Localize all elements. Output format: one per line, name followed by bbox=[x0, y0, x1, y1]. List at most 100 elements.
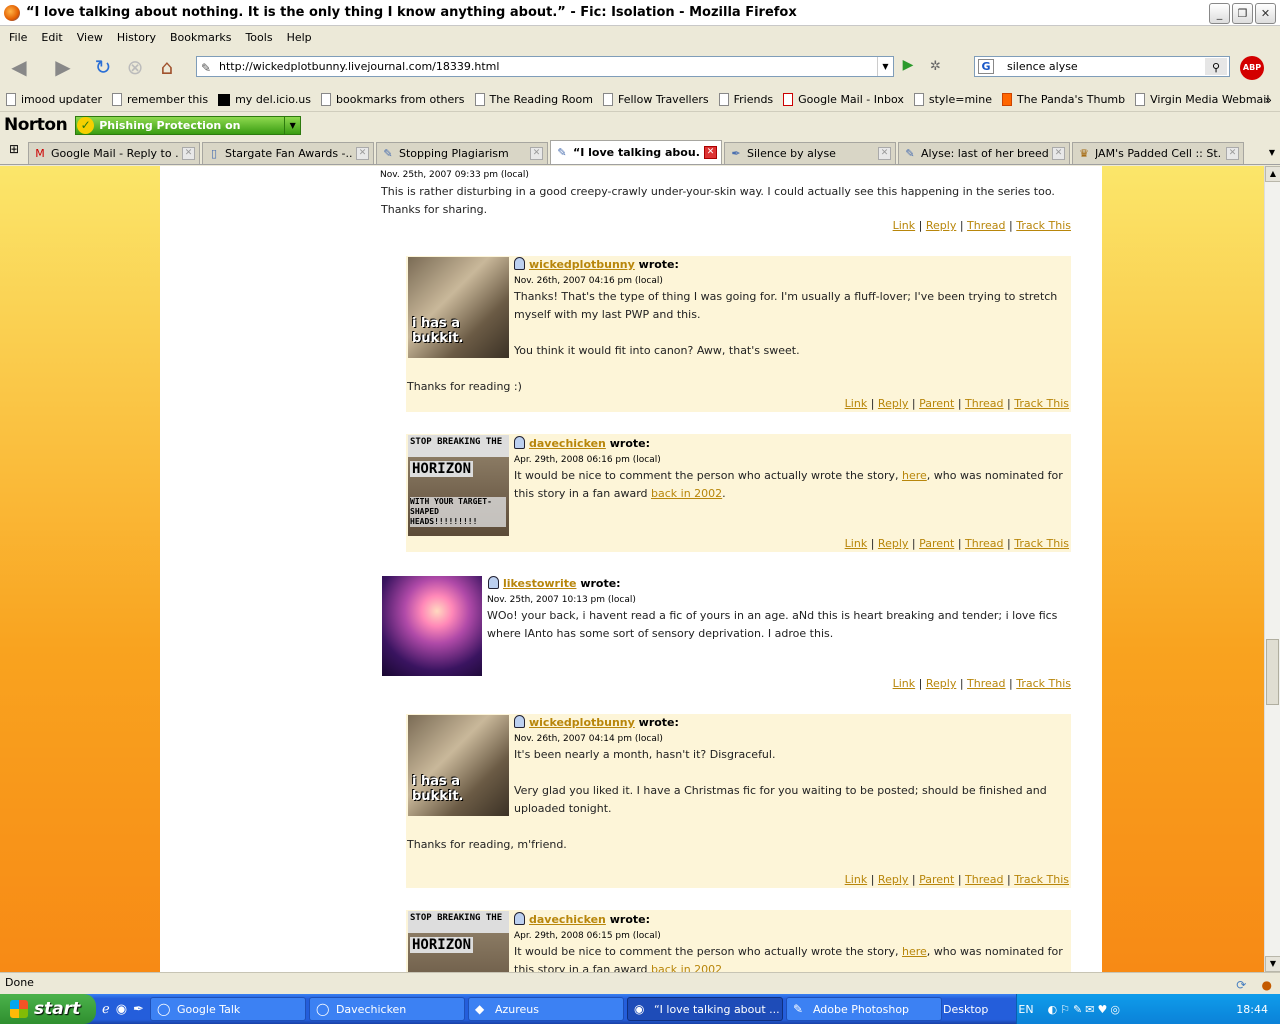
thread-link[interactable]: Thread bbox=[967, 219, 1005, 232]
bookmark-item[interactable]: style=mine bbox=[913, 93, 992, 106]
link-link[interactable]: Link bbox=[845, 397, 868, 410]
menu-help[interactable]: Help bbox=[280, 31, 319, 44]
sync-icon[interactable]: ⟳ bbox=[1236, 978, 1246, 992]
tab-alyse-last-of-her-breed[interactable]: ✎ Alyse: last of her breed ✕ bbox=[898, 142, 1070, 164]
username-link[interactable]: wickedplotbunny bbox=[529, 716, 635, 729]
minimize-button[interactable]: _ bbox=[1209, 3, 1230, 24]
thread-link[interactable]: Thread bbox=[965, 537, 1003, 550]
url-bar[interactable]: ✎ http://wickedplotbunny.livejournal.com… bbox=[196, 56, 894, 77]
bookmark-item[interactable]: remember this bbox=[112, 93, 208, 106]
tab-stopping-plagiarism[interactable]: ✎ Stopping Plagiarism ✕ bbox=[376, 142, 548, 164]
track-link[interactable]: Track This bbox=[1014, 873, 1069, 886]
menu-view[interactable]: View bbox=[70, 31, 110, 44]
firefox-quicklaunch-icon[interactable]: ◉ bbox=[116, 1002, 127, 1017]
taskbar-item-photoshop[interactable]: ✎ Adobe Photoshop bbox=[785, 997, 942, 1021]
language-indicator[interactable]: EN bbox=[1018, 1003, 1033, 1016]
bookmark-item[interactable]: my del.icio.us bbox=[218, 93, 311, 106]
close-tab-icon[interactable]: ✕ bbox=[1052, 147, 1065, 160]
user-avatar[interactable]: STOP BREAKING THE HORIZON bbox=[408, 911, 509, 972]
back-icon[interactable]: ◀ bbox=[6, 54, 32, 80]
bookmark-item[interactable]: The Panda's Thumb bbox=[1001, 93, 1125, 106]
menu-history[interactable]: History bbox=[110, 31, 163, 44]
reload-icon[interactable]: ↻ bbox=[90, 54, 116, 80]
go-icon[interactable]: ▶ bbox=[898, 57, 918, 77]
user-avatar[interactable]: i has a bukkit. bbox=[408, 257, 509, 358]
track-link[interactable]: Track This bbox=[1014, 397, 1069, 410]
bookmark-item[interactable]: imood updater bbox=[6, 93, 102, 106]
extension-icon[interactable]: ✲ bbox=[930, 59, 941, 74]
scrollbar-thumb[interactable] bbox=[1266, 639, 1279, 705]
link-link[interactable]: Link bbox=[845, 873, 868, 886]
link-link[interactable]: Link bbox=[845, 537, 868, 550]
parent-link[interactable]: Parent bbox=[919, 537, 954, 550]
reply-link[interactable]: Reply bbox=[878, 537, 908, 550]
username-link[interactable]: davechicken bbox=[529, 437, 606, 450]
reply-link[interactable]: Reply bbox=[926, 219, 956, 232]
taskbar-item-google-talk[interactable]: ◯ Google Talk bbox=[149, 997, 306, 1021]
track-link[interactable]: Track This bbox=[1016, 677, 1071, 690]
close-tab-icon[interactable]: ✕ bbox=[530, 147, 543, 160]
user-avatar[interactable]: i has a bukkit. bbox=[408, 715, 509, 816]
menu-file[interactable]: File bbox=[2, 31, 34, 44]
taskbar-item-azureus[interactable]: ◆ Azureus bbox=[467, 997, 624, 1021]
track-link[interactable]: Track This bbox=[1016, 219, 1071, 232]
search-input[interactable]: silence alyse bbox=[1007, 60, 1078, 73]
chevron-down-icon[interactable]: ▼ bbox=[284, 116, 300, 134]
quill-quicklaunch-icon[interactable]: ✒ bbox=[133, 1002, 144, 1017]
back-in-2002-link[interactable]: back in 2002 bbox=[651, 487, 722, 500]
tab-list-dropdown-icon[interactable]: ▼ bbox=[1264, 142, 1280, 164]
username-link[interactable]: likestowrite bbox=[503, 577, 576, 590]
reply-link[interactable]: Reply bbox=[878, 397, 908, 410]
search-bar[interactable]: G silence alyse ⚲ bbox=[974, 56, 1230, 77]
username-link[interactable]: wickedplotbunny bbox=[529, 258, 635, 271]
menu-bookmarks[interactable]: Bookmarks bbox=[163, 31, 238, 44]
menu-tools[interactable]: Tools bbox=[238, 31, 279, 44]
url-text[interactable]: http://wickedplotbunny.livejournal.com/1… bbox=[219, 60, 499, 73]
user-icon[interactable] bbox=[514, 436, 525, 449]
taskbar-item-davechicken[interactable]: ◯ Davechicken bbox=[308, 997, 465, 1021]
firefox-status-icon[interactable]: ● bbox=[1262, 978, 1272, 992]
menu-edit[interactable]: Edit bbox=[34, 31, 69, 44]
close-tab-icon[interactable]: ✕ bbox=[356, 147, 369, 160]
close-tab-icon[interactable]: ✕ bbox=[878, 147, 891, 160]
maximize-button[interactable]: ❐ bbox=[1232, 3, 1253, 24]
link-link[interactable]: Link bbox=[893, 677, 916, 690]
thread-link[interactable]: Thread bbox=[965, 873, 1003, 886]
thread-link[interactable]: Thread bbox=[965, 397, 1003, 410]
tab-stargate-fan-awards[interactable]: ▯ Stargate Fan Awards -... ✕ bbox=[202, 142, 374, 164]
close-button[interactable]: ✕ bbox=[1255, 3, 1276, 24]
here-link[interactable]: here bbox=[902, 945, 927, 958]
track-link[interactable]: Track This bbox=[1014, 537, 1069, 550]
bookmark-item[interactable]: The Reading Room bbox=[474, 93, 593, 106]
username-link[interactable]: davechicken bbox=[529, 913, 606, 926]
adblock-icon[interactable]: ABP bbox=[1240, 56, 1264, 80]
taskbar-item-firefox[interactable]: ◉ “I love talking about ... bbox=[626, 997, 783, 1021]
bookmark-item[interactable]: Fellow Travellers bbox=[602, 93, 709, 106]
bookmark-item[interactable]: Virgin Media Webmail bbox=[1135, 93, 1269, 106]
vertical-scrollbar[interactable]: ▲ ▼ bbox=[1264, 166, 1280, 972]
back-in-2002-link[interactable]: back in 2002 bbox=[651, 963, 722, 972]
phishing-protection-button[interactable]: ✓ Phishing Protection on ▼ bbox=[75, 115, 302, 135]
tab-isolation-active[interactable]: ✎ “I love talking abou... ✕ bbox=[550, 140, 722, 164]
parent-link[interactable]: Parent bbox=[919, 873, 954, 886]
parent-link[interactable]: Parent bbox=[919, 397, 954, 410]
user-icon[interactable] bbox=[514, 715, 525, 728]
reply-link[interactable]: Reply bbox=[926, 677, 956, 690]
desktop-toolbar[interactable]: Desktop bbox=[943, 1003, 988, 1016]
bookmark-item[interactable]: bookmarks from others bbox=[321, 93, 465, 106]
start-button[interactable]: start bbox=[0, 994, 96, 1024]
stop-icon[interactable]: ⊗ bbox=[122, 54, 148, 80]
user-avatar[interactable] bbox=[382, 576, 482, 676]
tab-jams-padded-cell[interactable]: ♛ JAM's Padded Cell :: St... ✕ bbox=[1072, 142, 1244, 164]
thread-link[interactable]: Thread bbox=[967, 677, 1005, 690]
home-icon[interactable]: ⌂ bbox=[154, 54, 180, 80]
search-icon[interactable]: ⚲ bbox=[1205, 58, 1227, 75]
link-link[interactable]: Link bbox=[893, 219, 916, 232]
bookmark-item[interactable]: Google Mail - Inbox bbox=[783, 93, 904, 106]
tab-silence-by-alyse[interactable]: ✒ Silence by alyse ✕ bbox=[724, 142, 896, 164]
user-icon[interactable] bbox=[514, 912, 525, 925]
url-dropdown-icon[interactable]: ▼ bbox=[877, 57, 893, 76]
reply-link[interactable]: Reply bbox=[878, 873, 908, 886]
tab-google-mail[interactable]: M Google Mail - Reply to ... ✕ bbox=[28, 142, 200, 164]
user-icon[interactable] bbox=[514, 257, 525, 270]
